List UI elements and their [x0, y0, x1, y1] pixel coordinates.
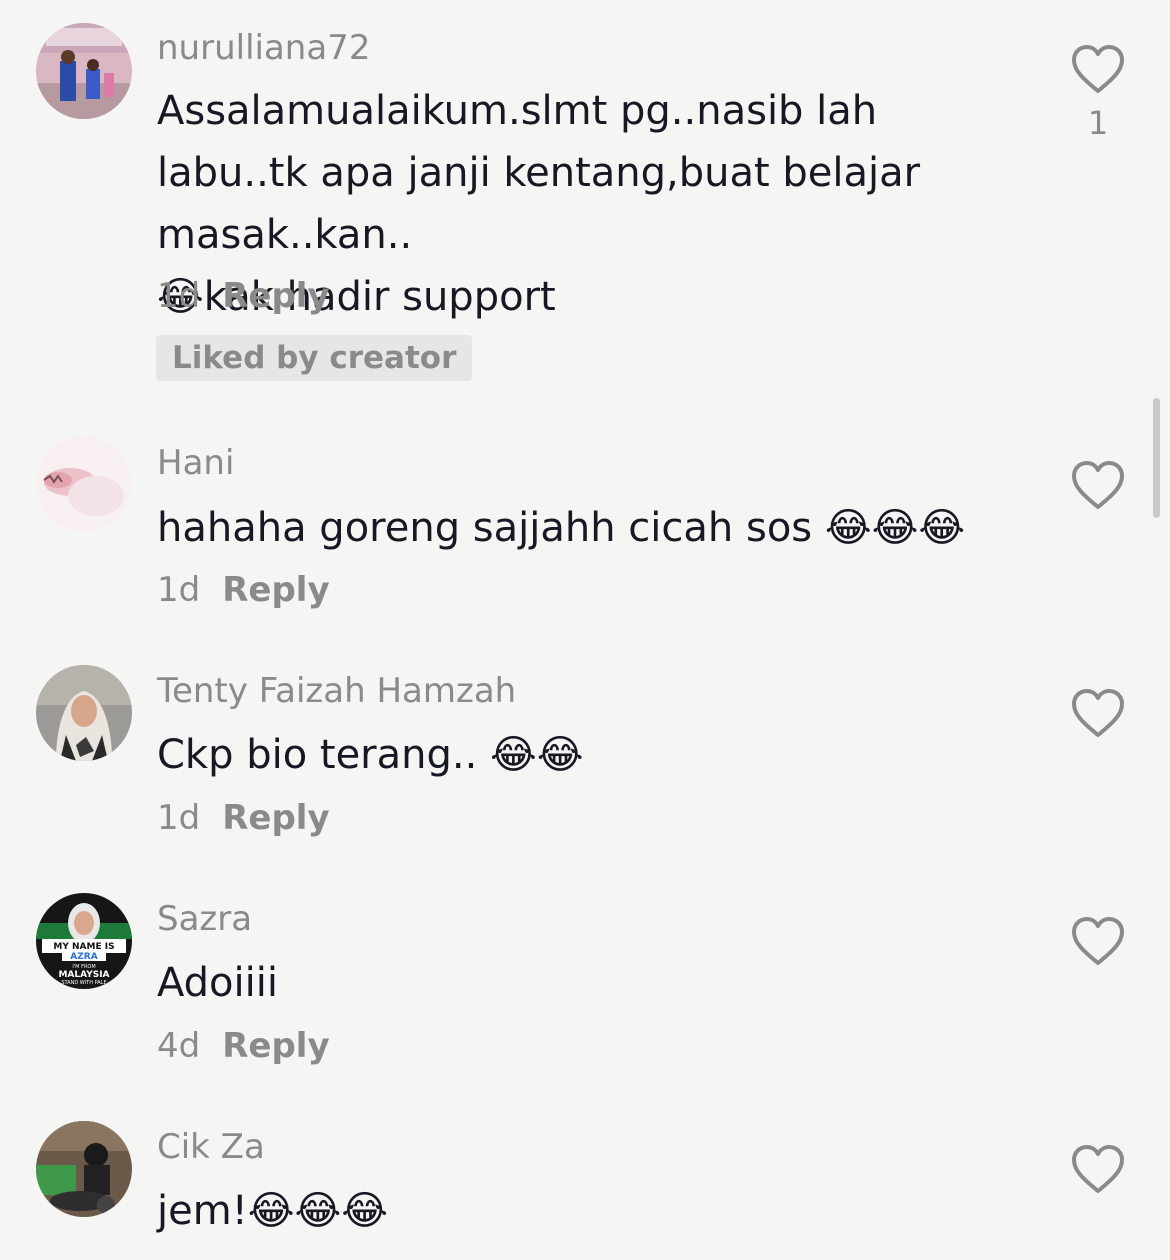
liked-by-creator-badge: Liked by creator	[156, 335, 473, 381]
avatar[interactable]	[36, 436, 132, 532]
reply-button[interactable]: Reply	[222, 570, 329, 610]
comment-text: jem!😂😂😂	[157, 1188, 388, 1234]
avatar-text: MALAYSIA	[58, 970, 109, 980]
avatar[interactable]: MY NAME IS AZRA I'M FROM MALAYSIA STAND …	[36, 893, 132, 989]
comment-text: Adoiiii	[157, 960, 278, 1006]
avatar[interactable]	[36, 1121, 132, 1217]
heart-outline-icon[interactable]	[1070, 916, 1126, 968]
reply-button[interactable]: Reply	[222, 1026, 329, 1066]
heart-outline-icon[interactable]	[1070, 688, 1126, 740]
avatar-text: MY NAME IS	[53, 942, 114, 952]
reply-button[interactable]: Reply	[222, 798, 329, 838]
comment-meta: 1d Reply	[157, 276, 330, 316]
like-count: 1	[1087, 104, 1109, 142]
comment-meta: 1d Reply	[157, 570, 330, 610]
heart-outline-icon[interactable]	[1070, 1144, 1126, 1196]
comment-meta: 1d Reply	[157, 798, 330, 838]
reply-button[interactable]: Reply	[222, 276, 329, 316]
username[interactable]: nurulliana72	[157, 28, 370, 68]
heart-outline-icon[interactable]	[1070, 44, 1126, 96]
avatar[interactable]	[36, 23, 132, 119]
avatar-text: AZRA	[70, 952, 97, 962]
comment-time: 1d	[157, 276, 201, 316]
comment-text: hahaha goreng sajjahh cicah sos 😂😂😂	[157, 505, 966, 551]
username[interactable]: Sazra	[157, 899, 252, 939]
heart-outline-icon[interactable]	[1070, 460, 1126, 512]
avatar[interactable]	[36, 665, 132, 761]
comment-meta: 4d Reply	[157, 1026, 330, 1066]
comment-time: 4d	[157, 1026, 201, 1066]
username[interactable]: Hani	[157, 443, 234, 483]
comment-text: Ckp bio terang.. 😂😂	[157, 732, 584, 778]
comments-panel: nurulliana72 Assalamualaikum.slmt pg..na…	[0, 0, 1170, 1260]
comment-time: 1d	[157, 570, 201, 610]
avatar-text: STAND WITH PALE	[61, 980, 106, 986]
scrollbar[interactable]	[1153, 398, 1160, 518]
username[interactable]: Cik Za	[157, 1127, 265, 1167]
comment-time: 1d	[157, 798, 201, 838]
username[interactable]: Tenty Faizah Hamzah	[157, 671, 516, 711]
